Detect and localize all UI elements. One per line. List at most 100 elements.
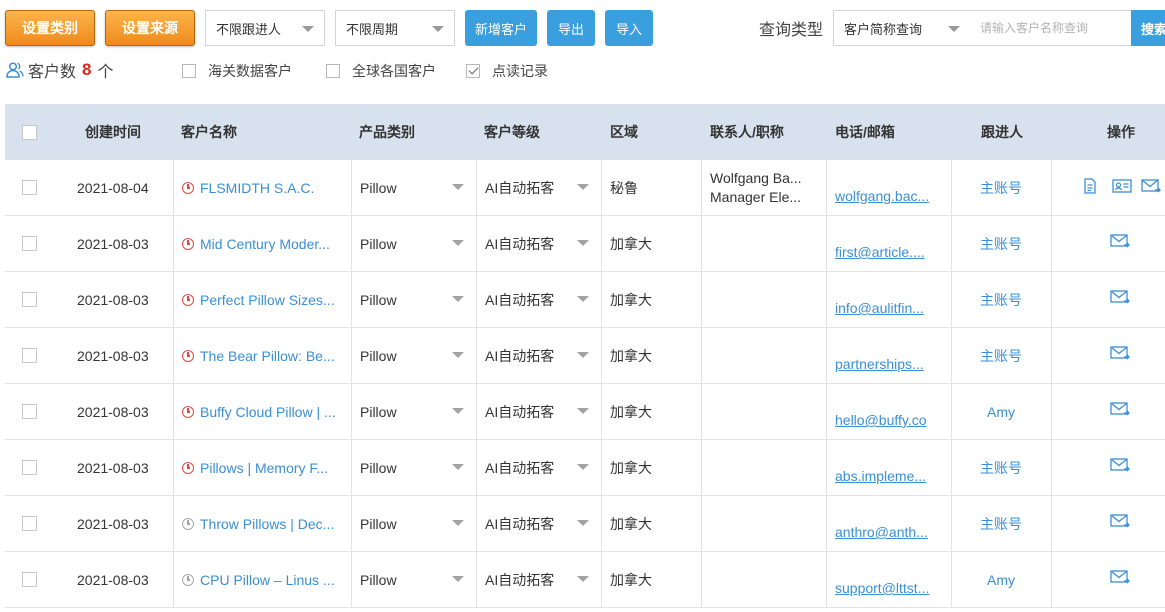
level-select[interactable]: AI自动拓客: [476, 272, 601, 327]
customer-name-link[interactable]: Mid Century Moder...: [200, 236, 330, 252]
customer-name-cell[interactable]: Mid Century Moder...: [182, 216, 346, 271]
header-product[interactable]: 产品类别: [359, 104, 415, 160]
level-select[interactable]: AI自动拓客: [476, 160, 601, 215]
customer-name-cell[interactable]: Pillows | Memory F...: [182, 440, 346, 495]
customer-name-link[interactable]: Throw Pillows | Dec...: [200, 516, 334, 532]
product-select[interactable]: Pillow: [351, 216, 476, 271]
table-row[interactable]: 2021-08-03 Mid Century Moder... Pillow AI自动…: [5, 216, 1165, 272]
follower-link[interactable]: 主账号: [951, 216, 1051, 271]
add-customer-button[interactable]: 新增客户: [465, 10, 537, 46]
email-link[interactable]: hello@buffy.co: [835, 412, 931, 428]
query-type-select[interactable]: 客户简称查询: [833, 10, 971, 46]
send-mail-icon[interactable]: [1110, 513, 1130, 532]
customer-name-cell[interactable]: Buffy Cloud Pillow | ...: [182, 384, 346, 439]
email-link[interactable]: info@aulitfin...: [835, 300, 931, 316]
send-mail-icon[interactable]: [1141, 178, 1161, 197]
level-select[interactable]: AI自动拓客: [476, 552, 601, 607]
send-mail-icon[interactable]: [1110, 457, 1130, 476]
set-category-button[interactable]: 设置类别: [5, 10, 95, 46]
read-records-checkbox[interactable]: [466, 64, 480, 78]
row-checkbox[interactable]: [22, 460, 37, 475]
row-checkbox[interactable]: [22, 516, 37, 531]
email-link[interactable]: partnerships...: [835, 356, 931, 372]
chevron-down-icon: [577, 464, 589, 470]
customer-name-link[interactable]: FLSMIDTH S.A.C.: [200, 180, 314, 196]
row-checkbox[interactable]: [22, 180, 37, 195]
select-all-checkbox[interactable]: [22, 125, 37, 140]
table-row[interactable]: 2021-08-03 Pillows | Memory F... Pillow AI自…: [5, 440, 1165, 496]
send-mail-icon[interactable]: [1110, 569, 1130, 588]
product-select[interactable]: Pillow: [351, 272, 476, 327]
send-mail-icon[interactable]: [1110, 289, 1130, 308]
row-checkbox[interactable]: [22, 348, 37, 363]
customer-name-link[interactable]: Perfect Pillow Sizes...: [200, 292, 335, 308]
contact-card-icon[interactable]: [1112, 178, 1132, 197]
search-input[interactable]: [970, 10, 1132, 46]
row-checkbox[interactable]: [22, 292, 37, 307]
table-row[interactable]: 2021-08-03 The Bear Pillow: Be... Pillow AI…: [5, 328, 1165, 384]
level-select[interactable]: AI自动拓客: [476, 384, 601, 439]
customer-name-cell[interactable]: Throw Pillows | Dec...: [182, 496, 346, 551]
customer-name-link[interactable]: CPU Pillow – Linus ...: [200, 572, 335, 588]
query-type-label: 查询类型: [759, 22, 824, 39]
customs-data-checkbox[interactable]: [182, 64, 196, 78]
filter-global-customers[interactable]: 全球各国客户: [326, 61, 436, 81]
export-button[interactable]: 导出: [547, 10, 595, 46]
set-source-button[interactable]: 设置来源: [105, 10, 195, 46]
email-link[interactable]: abs.impleme...: [835, 468, 931, 484]
customer-name-cell[interactable]: CPU Pillow – Linus ...: [182, 552, 346, 607]
send-mail-icon[interactable]: [1110, 345, 1130, 364]
row-checkbox[interactable]: [22, 236, 37, 251]
level-select[interactable]: AI自动拓客: [476, 328, 601, 383]
period-select[interactable]: 不限周期: [335, 10, 455, 46]
send-mail-icon[interactable]: [1110, 233, 1130, 252]
level-select[interactable]: AI自动拓客: [476, 440, 601, 495]
table-row[interactable]: 2021-08-03 Buffy Cloud Pillow | ... Pillow…: [5, 384, 1165, 440]
email-link[interactable]: wolfgang.bac...: [835, 188, 931, 204]
filter-read-records[interactable]: 点读记录: [466, 61, 548, 81]
row-checkbox[interactable]: [22, 404, 37, 419]
table-row[interactable]: 2021-08-03 CPU Pillow – Linus ... Pillow AI…: [5, 552, 1165, 608]
follower-link[interactable]: Amy: [951, 384, 1051, 439]
product-select[interactable]: Pillow: [351, 160, 476, 215]
phone-email-cell: hello@buffy.co: [826, 384, 951, 439]
follower-link[interactable]: 主账号: [951, 272, 1051, 327]
global-customers-checkbox[interactable]: [326, 64, 340, 78]
import-button[interactable]: 导入: [605, 10, 653, 46]
table-row[interactable]: 2021-08-03 Throw Pillows | Dec... Pillow AI…: [5, 496, 1165, 552]
email-link[interactable]: support@lttst...: [835, 580, 931, 596]
customer-name-link[interactable]: Pillows | Memory F...: [200, 460, 328, 476]
header-region[interactable]: 区域: [610, 104, 638, 160]
level-select[interactable]: AI自动拓客: [476, 216, 601, 271]
product-select[interactable]: Pillow: [351, 328, 476, 383]
document-icon[interactable]: [1083, 178, 1097, 197]
product-select[interactable]: Pillow: [351, 440, 476, 495]
email-link[interactable]: first@article....: [835, 244, 931, 260]
product-select[interactable]: Pillow: [351, 552, 476, 607]
table-row[interactable]: 2021-08-04 FLSMIDTH S.A.C. Pillow AI自动拓客 秘鲁 W…: [5, 160, 1165, 216]
search-button[interactable]: 搜索: [1131, 10, 1165, 46]
follower-link[interactable]: 主账号: [951, 160, 1051, 215]
filter-customs-data[interactable]: 海关数据客户: [182, 61, 292, 81]
level-select[interactable]: AI自动拓客: [476, 496, 601, 551]
customer-name-cell[interactable]: Perfect Pillow Sizes...: [182, 272, 346, 327]
follower-link[interactable]: 主账号: [951, 440, 1051, 495]
follower-link[interactable]: 主账号: [951, 328, 1051, 383]
customer-name-cell[interactable]: The Bear Pillow: Be...: [182, 328, 346, 383]
product-select[interactable]: Pillow: [351, 384, 476, 439]
follower-link[interactable]: Amy: [951, 552, 1051, 607]
customer-name-link[interactable]: Buffy Cloud Pillow | ...: [200, 404, 336, 420]
row-checkbox[interactable]: [22, 572, 37, 587]
chevron-down-icon: [452, 240, 464, 246]
customer-name-link[interactable]: The Bear Pillow: Be...: [200, 348, 335, 364]
follower-select[interactable]: 不限跟进人: [205, 10, 325, 46]
header-level[interactable]: 客户等级: [484, 104, 540, 160]
email-link[interactable]: anthro@anth...: [835, 524, 931, 540]
column-divider: [1051, 496, 1052, 551]
product-select[interactable]: Pillow: [351, 496, 476, 551]
table-row[interactable]: 2021-08-03 Perfect Pillow Sizes... Pillow A…: [5, 272, 1165, 328]
customer-name-cell[interactable]: FLSMIDTH S.A.C.: [182, 160, 346, 215]
follower-link[interactable]: 主账号: [951, 496, 1051, 551]
send-mail-icon[interactable]: [1110, 401, 1130, 420]
column-divider: [701, 328, 702, 383]
